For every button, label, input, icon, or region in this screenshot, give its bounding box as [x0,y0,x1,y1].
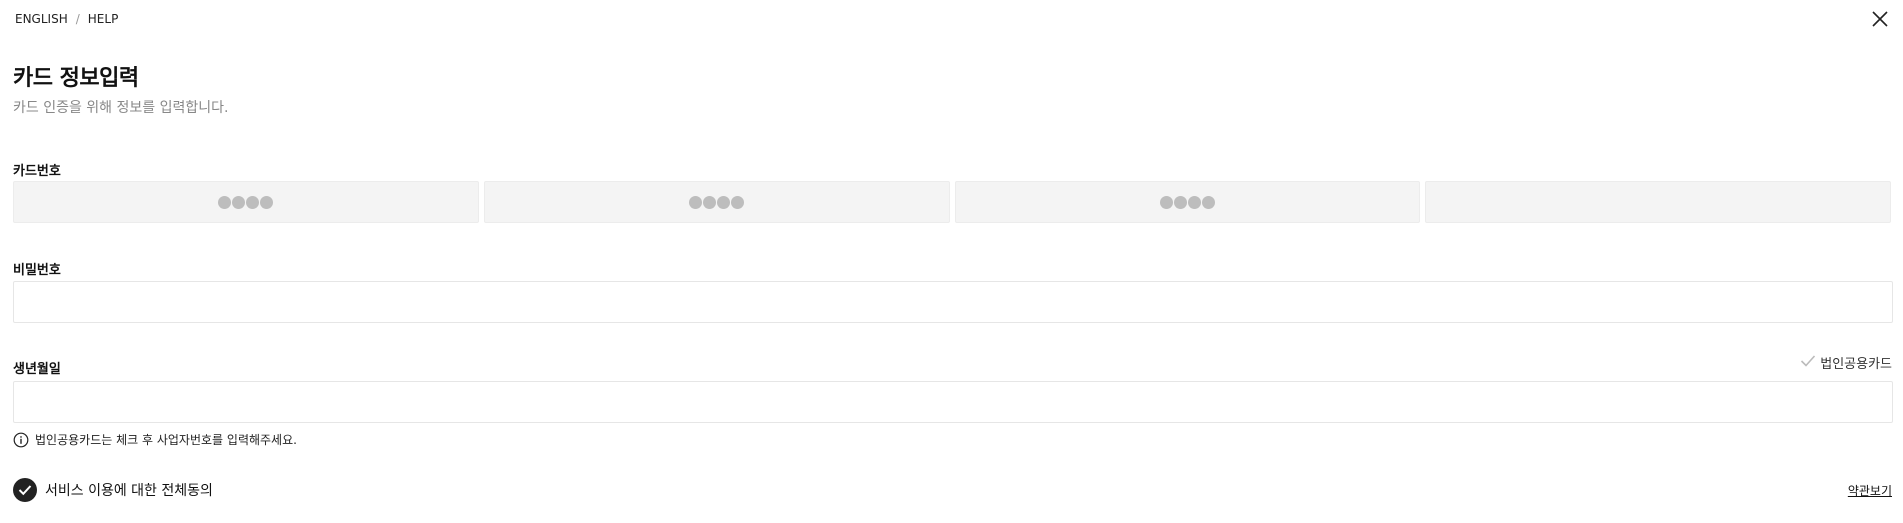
masked-digits [1159,195,1215,209]
card-number-segment-3[interactable] [954,181,1421,223]
help-link[interactable]: HELP [88,12,119,26]
agree-all-label: 서비스 이용에 대한 전체동의 [45,483,213,499]
password-label: 비밀번호 [13,263,61,278]
page-title: 카드 정보입력 [13,66,139,91]
corporate-card-label: 법인공용카드 [1820,357,1892,372]
masked-digits [218,195,274,209]
topbar-separator: / [75,12,80,26]
corporate-card-checkbox[interactable]: 법인공용카드 [1800,353,1892,372]
card-number-segment-4[interactable] [1425,181,1891,223]
corporate-card-notice: 법인공용카드는 체크 후 사업자번호를 입력해주세요. [13,431,297,448]
agree-all-checkbox[interactable]: 서비스 이용에 대한 전체동의 [13,478,213,502]
top-navigation: ENGLISH / HELP [15,12,118,26]
birthdate-field[interactable] [13,381,1893,423]
language-link[interactable]: ENGLISH [15,12,68,26]
check-icon [1800,354,1816,372]
card-number-fields [13,181,1891,223]
info-icon [13,432,29,448]
card-number-segment-2[interactable] [483,181,950,223]
password-field[interactable] [13,281,1893,323]
page-subtitle: 카드 인증을 위해 정보를 입력합니다. [13,100,229,116]
close-icon[interactable] [1871,10,1889,28]
birthdate-label: 생년월일 [13,362,61,377]
card-number-label: 카드번호 [13,164,61,179]
notice-text: 법인공용카드는 체크 후 사업자번호를 입력해주세요. [35,433,297,447]
masked-digits [689,195,745,209]
card-number-segment-1[interactable] [13,181,479,223]
check-circle-icon [13,478,37,502]
view-terms-link[interactable]: 약관보기 [1848,482,1892,499]
